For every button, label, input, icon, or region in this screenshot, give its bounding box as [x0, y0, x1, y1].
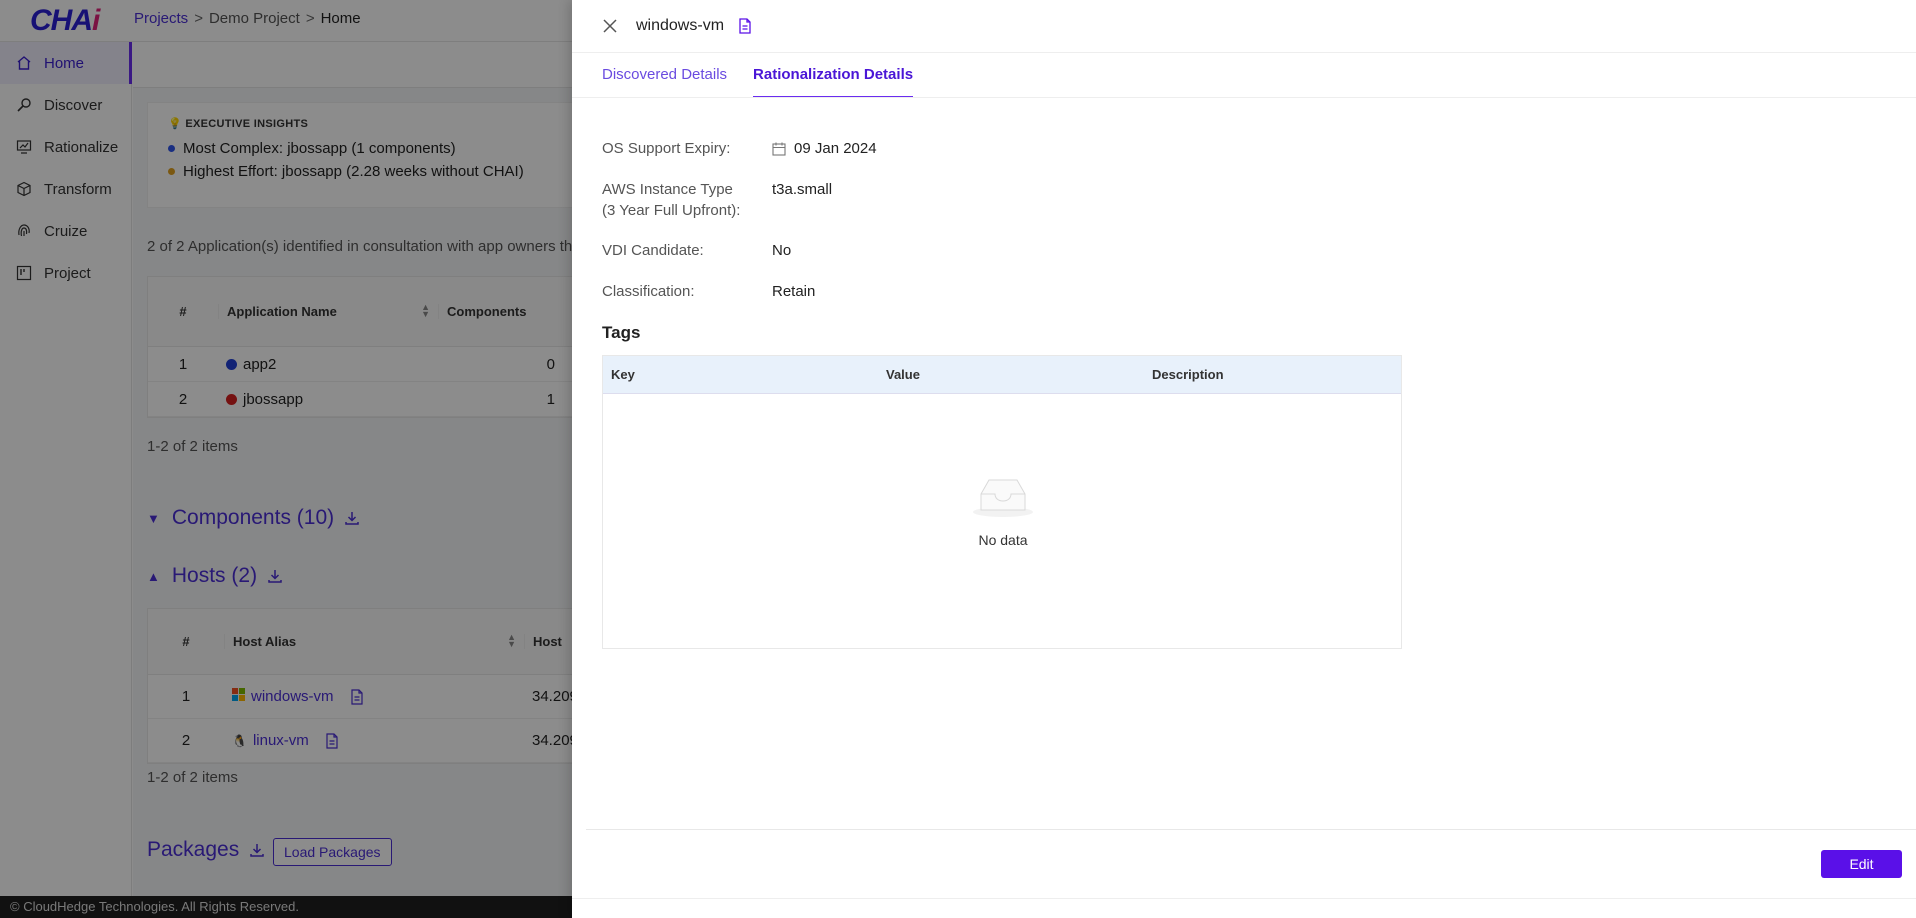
column-description: Description — [1152, 367, 1224, 382]
classification-row: Classification: Retain — [602, 281, 815, 302]
empty-state: No data — [603, 476, 1403, 548]
modal-overlay[interactable] — [0, 0, 572, 918]
aws-instance-type-row: AWS Instance Type (3 Year Full Upfront):… — [602, 179, 832, 221]
classification-label: Classification: — [602, 283, 695, 300]
footer-divider — [586, 829, 1916, 830]
host-details-drawer: windows-vm Discovered Details Rationaliz… — [572, 0, 1916, 918]
empty-state-text: No data — [978, 532, 1028, 548]
os-support-expiry-value: 09 Jan 2024 — [794, 140, 877, 157]
drawer-tabs: Discovered Details Rationalization Detai… — [602, 53, 939, 98]
calendar-icon — [772, 142, 786, 156]
tab-rationalization-details[interactable]: Rationalization Details — [753, 53, 914, 98]
column-value: Value — [886, 367, 920, 382]
drawer-title: windows-vm — [636, 17, 725, 34]
tags-heading: Tags — [602, 323, 641, 342]
table-header: Key Value Description — [603, 356, 1401, 394]
empty-inbox-icon — [971, 479, 1035, 522]
tabs-divider — [572, 97, 1916, 98]
vdi-candidate-label: VDI Candidate: — [602, 242, 704, 259]
document-icon[interactable] — [738, 18, 752, 34]
edit-button[interactable]: Edit — [1821, 850, 1902, 878]
drawer-header: windows-vm — [572, 0, 1916, 53]
aws-instance-type-label: AWS Instance Type (3 Year Full Upfront): — [602, 181, 741, 219]
vdi-candidate-row: VDI Candidate: No — [602, 240, 791, 261]
tab-discovered-details[interactable]: Discovered Details — [602, 53, 727, 98]
drawer-bottom-divider — [572, 898, 1916, 899]
aws-instance-type-value: t3a.small — [772, 181, 833, 198]
column-key: Key — [611, 367, 635, 382]
os-support-expiry-label: OS Support Expiry: — [602, 140, 731, 157]
vdi-candidate-value: No — [772, 242, 792, 259]
os-support-expiry-row: OS Support Expiry: 09 Jan 2024 — [602, 138, 877, 159]
classification-value: Retain — [772, 283, 816, 300]
tags-table: Key Value Description No data — [602, 355, 1402, 649]
close-icon[interactable] — [600, 16, 620, 36]
